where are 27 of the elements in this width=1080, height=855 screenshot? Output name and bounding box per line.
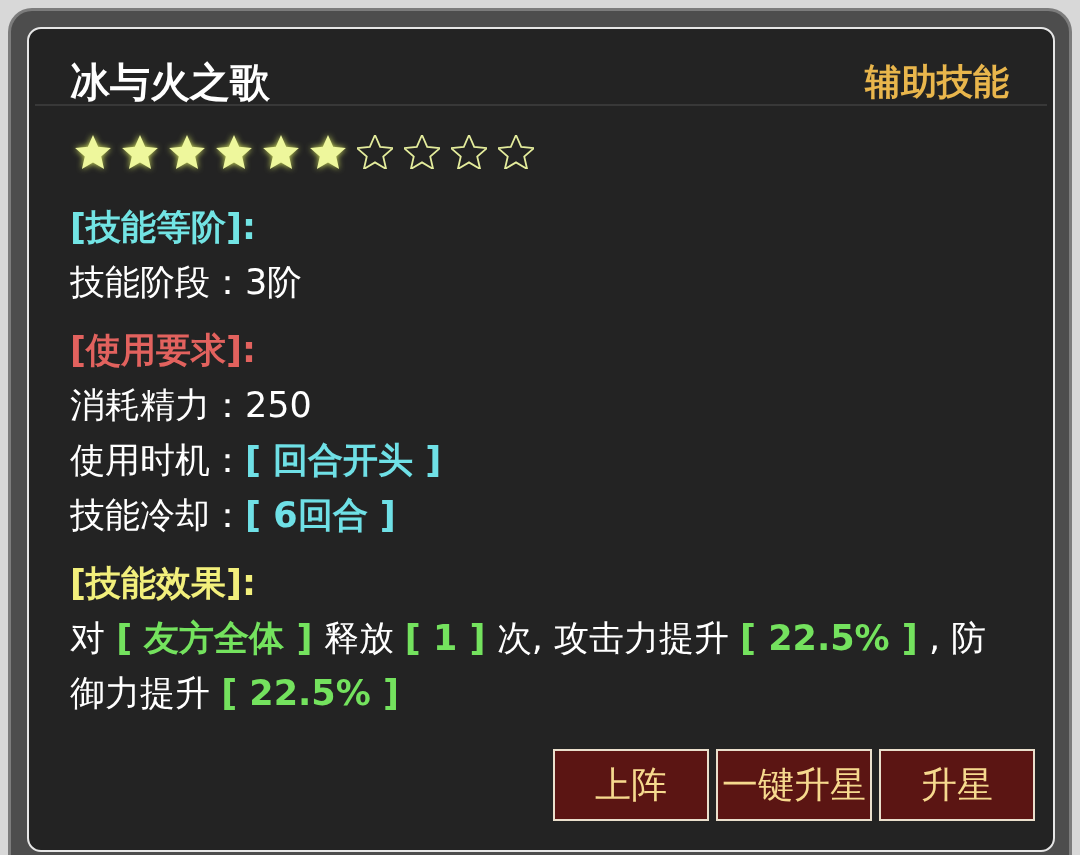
star-outline-icon bbox=[404, 135, 440, 169]
star-outline-icon bbox=[498, 135, 534, 169]
action-button[interactable]: 上阵 bbox=[553, 749, 709, 821]
star-outline-icon bbox=[451, 135, 487, 169]
star-icon bbox=[310, 135, 346, 169]
skill-category: 辅助技能 bbox=[865, 60, 1009, 104]
star-icon bbox=[169, 135, 205, 169]
section-heading: [技能效果]: bbox=[70, 562, 256, 605]
section-heading: [使用要求]: bbox=[70, 329, 256, 372]
section-heading: [技能等阶]: bbox=[70, 206, 256, 249]
field-value: [ 6回合 ] bbox=[245, 494, 396, 537]
field-value: [ 回合开头 ] bbox=[245, 439, 442, 482]
star-icon bbox=[216, 135, 252, 169]
effect-text: 对 [ 友方全体 ] 释放 [ 1 ] 次, 攻击力提升 [ 22.5% ] , 防御力提升 [ 22.5% ] bbox=[70, 617, 988, 715]
star-icon bbox=[263, 135, 299, 169]
field-label: 消耗精力： bbox=[70, 384, 245, 427]
action-button[interactable]: 升星 bbox=[879, 749, 1035, 821]
field-label: 技能冷却： bbox=[70, 494, 245, 537]
star-icon bbox=[122, 135, 158, 169]
field-label: 使用时机： bbox=[70, 439, 245, 482]
action-button[interactable]: 一键升星 bbox=[716, 749, 872, 821]
star-outline-icon bbox=[357, 135, 393, 169]
field-value: 250 bbox=[245, 384, 312, 427]
field-label: 技能阶段： bbox=[70, 261, 245, 304]
star-icon bbox=[75, 135, 111, 169]
field-value: 3阶 bbox=[245, 261, 303, 304]
skill-title: 冰与火之歌 bbox=[70, 60, 270, 104]
